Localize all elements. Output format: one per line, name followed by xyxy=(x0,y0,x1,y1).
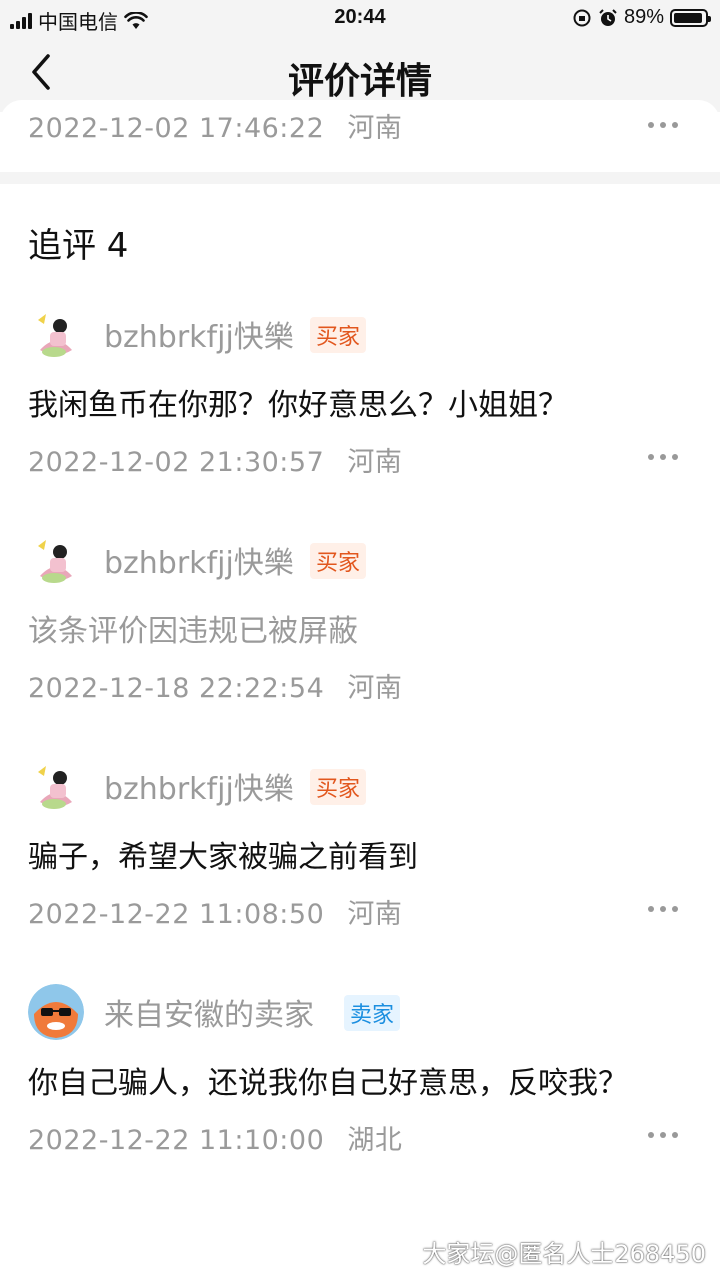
avatar[interactable] xyxy=(28,532,84,588)
reply-location: 湖北 xyxy=(347,1125,403,1156)
avatar[interactable] xyxy=(28,306,84,362)
alarm-icon xyxy=(599,8,617,26)
status-bar: 中国电信 20:44 89% xyxy=(0,0,720,36)
username[interactable]: bzhbrkfjj快樂 xyxy=(104,764,294,808)
reply-time: 2022-12-18 22:22:54 xyxy=(28,673,325,704)
username[interactable]: bzhbrkfjj快樂 xyxy=(104,312,294,356)
reply-content: 该条评价因违规已被屏蔽 xyxy=(28,614,358,649)
section-divider xyxy=(0,172,720,184)
comment-location: 河南 xyxy=(347,113,403,144)
reply-time: 2022-12-02 21:30:57 xyxy=(28,447,325,478)
reply-time: 2022-12-22 11:10:00 xyxy=(28,1125,325,1156)
username[interactable]: bzhbrkfjj快樂 xyxy=(104,538,294,582)
more-options-icon[interactable] xyxy=(648,454,680,462)
reply-meta: 2022-12-22 11:10:00 湖北 xyxy=(28,1118,692,1156)
previous-comment-card: 2022-12-02 17:46:22 河南 xyxy=(0,100,720,172)
avatar[interactable] xyxy=(28,984,84,1040)
buyer-badge: 买家 xyxy=(310,769,367,805)
reply-meta: 2022-12-18 22:22:54 河南 xyxy=(28,666,692,704)
seller-badge: 卖家 xyxy=(344,995,401,1031)
watermark: 大家坛@匿名人士268450 xyxy=(422,1240,706,1268)
more-options-icon[interactable] xyxy=(648,122,680,130)
reply-location: 河南 xyxy=(347,447,403,478)
more-options-icon[interactable] xyxy=(648,1132,680,1140)
more-options-icon[interactable] xyxy=(648,906,680,914)
reply-time: 2022-12-22 11:08:50 xyxy=(28,899,325,930)
orientation-lock-icon xyxy=(573,9,591,26)
reply-content: 我闲鱼币在你那？你好意思么？小姐姐？ xyxy=(28,388,568,423)
username[interactable]: 来自安徽的卖家 xyxy=(104,990,314,1034)
battery-icon xyxy=(670,8,711,27)
reply-meta: 2022-12-22 11:08:50 河南 xyxy=(28,892,692,930)
battery-percent: 89% xyxy=(623,6,664,28)
reply-content: 骗子，希望大家被骗之前看到 xyxy=(28,840,418,875)
reply-location: 河南 xyxy=(347,673,403,704)
follow-up-section-title: 追评 4 xyxy=(28,226,129,266)
avatar[interactable] xyxy=(28,758,84,814)
comment-time: 2022-12-02 17:46:22 xyxy=(28,113,325,144)
reply-location: 河南 xyxy=(347,899,403,930)
previous-comment-meta: 2022-12-02 17:46:22 河南 xyxy=(28,106,692,144)
page-title: 评价详情 xyxy=(287,61,432,102)
reply-meta: 2022-12-02 21:30:57 河南 xyxy=(28,440,692,478)
buyer-badge: 买家 xyxy=(310,317,367,353)
buyer-badge: 买家 xyxy=(310,543,367,579)
reply-content: 你自己骗人，还说我你自己好意思，反咬我？ xyxy=(28,1066,628,1101)
